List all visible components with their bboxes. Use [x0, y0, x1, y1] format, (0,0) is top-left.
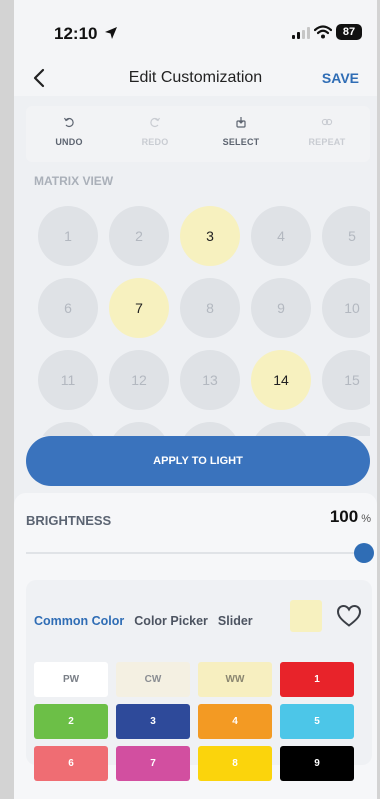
matrix-cell-2[interactable]: 2	[109, 206, 169, 266]
matrix-cell-1[interactable]: 1	[38, 206, 98, 266]
matrix-cell-3[interactable]: 3	[180, 206, 240, 266]
tab-color-picker[interactable]: Color Picker	[134, 614, 208, 628]
matrix-cell-9[interactable]: 9	[251, 278, 311, 338]
tab-slider[interactable]: Slider	[218, 614, 253, 628]
matrix-cell-14[interactable]: 14	[251, 350, 311, 410]
matrix-cell-8[interactable]: 8	[180, 278, 240, 338]
current-color-preview	[290, 600, 322, 632]
app-screen: 12:10 87 Edit Customization SAVE UNDO RE…	[14, 0, 377, 799]
brightness-number: 100	[329, 507, 359, 526]
color-swatch-1[interactable]: 1	[280, 662, 354, 697]
undo-icon	[63, 117, 74, 128]
matrix-cell-18[interactable]: 18	[180, 422, 240, 436]
matrix-cell-15[interactable]: 15	[322, 350, 370, 410]
location-arrow-icon	[105, 27, 117, 39]
wifi-icon	[314, 25, 332, 39]
brightness-unit: %	[361, 513, 371, 525]
redo-icon	[150, 117, 161, 128]
matrix-cell-5[interactable]: 5	[322, 206, 370, 266]
select-icon	[236, 117, 246, 128]
battery-indicator: 87	[336, 24, 362, 40]
matrix-cell-20[interactable]: 20	[322, 422, 370, 436]
color-swatch-3[interactable]: 3	[116, 704, 190, 739]
matrix-cell-17[interactable]: 17	[109, 422, 169, 436]
heart-icon[interactable]	[336, 604, 362, 628]
control-panel: BRIGHTNESS 100% Common Color Color Picke…	[14, 493, 377, 799]
edit-toolbar: UNDO REDO SELECT REPEAT	[26, 106, 370, 162]
brightness-slider-thumb[interactable]	[354, 543, 374, 563]
redo-label: REDO	[141, 137, 169, 147]
color-card: Common Color Color Picker Slider PW CW WW 1…	[26, 580, 372, 781]
save-button[interactable]: SAVE	[322, 70, 359, 86]
color-swatch-8[interactable]: 8	[198, 746, 272, 781]
matrix-cell-12[interactable]: 12	[109, 350, 169, 410]
color-swatch-pw[interactable]: PW	[34, 662, 108, 697]
navigation-bar: Edit Customization SAVE	[14, 60, 377, 96]
matrix-cell-16[interactable]: 16	[38, 422, 98, 436]
status-time: 12:10	[54, 24, 98, 43]
apply-to-light-button[interactable]: APPLY TO LIGHT	[26, 436, 370, 486]
matrix-cell-13[interactable]: 13	[180, 350, 240, 410]
redo-button[interactable]: REDO	[112, 106, 198, 162]
matrix-cell-7[interactable]: 7	[109, 278, 169, 338]
color-swatch-4[interactable]: 4	[198, 704, 272, 739]
matrix-cell-11[interactable]: 11	[38, 350, 98, 410]
color-swatch-7[interactable]: 7	[116, 746, 190, 781]
brightness-label: BRIGHTNESS	[26, 513, 112, 528]
undo-label: UNDO	[55, 137, 83, 147]
color-swatch-9[interactable]: 9	[280, 746, 354, 781]
light-matrix: 1234567891011121314151617181920	[26, 200, 370, 436]
color-tabs: Common Color Color Picker Slider	[34, 614, 263, 628]
select-label: SELECT	[222, 137, 260, 147]
color-swatch-2[interactable]: 2	[34, 704, 108, 739]
matrix-cell-6[interactable]: 6	[38, 278, 98, 338]
color-swatch-6[interactable]: 6	[34, 746, 108, 781]
color-swatch-cw[interactable]: CW	[116, 662, 190, 697]
select-button[interactable]: SELECT	[198, 106, 284, 162]
matrix-cell-19[interactable]: 19	[251, 422, 311, 436]
tab-common-color[interactable]: Common Color	[34, 614, 124, 628]
repeat-icon	[321, 118, 333, 126]
undo-button[interactable]: UNDO	[26, 106, 112, 162]
status-bar: 12:10 87	[14, 0, 377, 60]
repeat-button[interactable]: REPEAT	[284, 106, 370, 162]
matrix-view-label: MATRIX VIEW	[34, 174, 114, 188]
color-swatch-ww[interactable]: WW	[198, 662, 272, 697]
brightness-value: 100%	[330, 507, 371, 527]
matrix-cell-10[interactable]: 10	[322, 278, 370, 338]
color-swatch-5[interactable]: 5	[280, 704, 354, 739]
matrix-cell-4[interactable]: 4	[251, 206, 311, 266]
repeat-label: REPEAT	[308, 137, 346, 147]
signal-icon	[292, 27, 310, 39]
brightness-slider[interactable]	[26, 543, 374, 563]
